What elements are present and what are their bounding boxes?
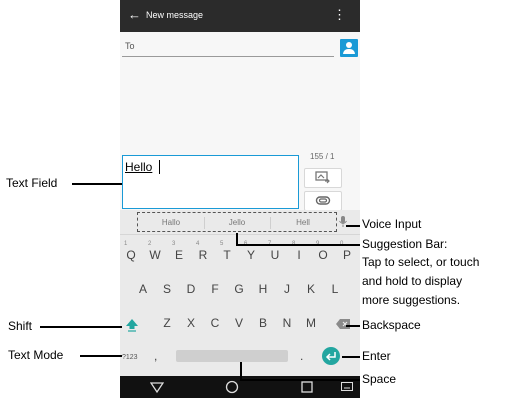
- soft-keyboard: Hallo Jello Hell 1Q 2W 3E 4R 5T 6Y 7U 8I…: [120, 210, 360, 376]
- key-r[interactable]: 4R: [192, 241, 214, 262]
- key-label: P: [342, 248, 351, 262]
- callout-line: [342, 356, 360, 358]
- key-i[interactable]: 8I: [288, 241, 310, 262]
- key-label: U: [270, 248, 280, 262]
- key-h[interactable]: H: [252, 282, 274, 296]
- key-label: O: [318, 248, 328, 262]
- recipient-field[interactable]: To: [122, 38, 334, 57]
- key-z[interactable]: Z: [156, 316, 178, 330]
- key-m[interactable]: M: [300, 316, 322, 330]
- key-hint: 1: [124, 241, 128, 247]
- media-icon: [315, 171, 330, 184]
- key-v[interactable]: V: [228, 316, 250, 330]
- nav-home-icon[interactable]: [225, 380, 239, 394]
- key-u[interactable]: 7U: [264, 241, 286, 262]
- nav-recent-icon[interactable]: [300, 380, 314, 394]
- key-label: W: [149, 248, 161, 262]
- key-s[interactable]: S: [156, 282, 178, 296]
- callout-line: [240, 379, 360, 381]
- callout-backspace: Backspace: [362, 318, 421, 332]
- key-hint: 3: [172, 241, 176, 247]
- attach-button[interactable]: [304, 191, 342, 211]
- key-g[interactable]: G: [228, 282, 250, 296]
- callout-line: [240, 362, 242, 380]
- callout-line: [40, 326, 122, 328]
- suggestion-item[interactable]: Hell: [272, 218, 334, 227]
- callout-line: [346, 225, 360, 227]
- shift-icon[interactable]: [125, 318, 139, 332]
- key-l[interactable]: L: [324, 282, 346, 296]
- key-label: E: [174, 248, 183, 262]
- key-j[interactable]: J: [276, 282, 298, 296]
- key-label: I: [297, 248, 301, 262]
- callout-space: Space: [362, 372, 397, 386]
- callout-suggestion-desc: Tap to select, or touch: [362, 255, 480, 269]
- contact-picker-button[interactable]: [340, 39, 358, 57]
- key-hint: 4: [196, 241, 200, 247]
- callout-enter: Enter: [362, 349, 391, 363]
- suggestion-divider: [204, 217, 205, 229]
- space-key[interactable]: [176, 350, 288, 362]
- app-bar: ← New message ⋮: [120, 0, 360, 32]
- message-text: Hello: [125, 160, 153, 174]
- callout-voice-input: Voice Input: [362, 217, 422, 231]
- key-b[interactable]: B: [252, 316, 274, 330]
- key-label: T: [223, 248, 231, 262]
- paperclip-icon: [315, 196, 331, 205]
- key-o[interactable]: 9O: [312, 241, 334, 262]
- key-d[interactable]: D: [180, 282, 202, 296]
- key-label: Q: [126, 248, 136, 262]
- person-icon-body: [343, 49, 355, 54]
- key-e[interactable]: 3E: [168, 241, 190, 262]
- suggestion-divider: [270, 217, 271, 229]
- callout-suggestion-desc: more suggestions.: [362, 293, 461, 307]
- text-mode-key[interactable]: ?123: [122, 354, 138, 361]
- key-a[interactable]: A: [132, 282, 154, 296]
- key-y[interactable]: 6Y: [240, 241, 262, 262]
- key-t[interactable]: 5T: [216, 241, 238, 262]
- back-arrow-icon[interactable]: ←: [128, 8, 141, 22]
- key-q[interactable]: 1Q: [120, 241, 142, 262]
- callout-line: [80, 355, 122, 357]
- callout-suggestion-desc: and hold to display: [362, 274, 463, 288]
- key-w[interactable]: 2W: [144, 241, 166, 262]
- nav-back-icon[interactable]: [150, 380, 164, 394]
- key-label: R: [198, 248, 208, 262]
- key-c[interactable]: C: [204, 316, 226, 330]
- key-x[interactable]: X: [180, 316, 202, 330]
- callout-line: [72, 183, 122, 185]
- message-text-field[interactable]: Hello: [122, 155, 299, 209]
- key-k[interactable]: K: [300, 282, 322, 296]
- comma-key[interactable]: ,: [154, 349, 157, 363]
- callout-line: [346, 325, 360, 327]
- callout-line: [236, 244, 360, 246]
- character-counter: 155 / 1: [310, 152, 335, 161]
- period-key[interactable]: .: [300, 349, 303, 363]
- recipient-placeholder: To: [125, 41, 135, 51]
- callout-text-mode: Text Mode: [8, 348, 64, 362]
- backspace-icon[interactable]: [336, 319, 350, 329]
- person-icon: [346, 42, 352, 48]
- enter-icon: [325, 352, 336, 361]
- callout-suggestion-bar: Suggestion Bar:: [362, 237, 448, 251]
- key-hint: 5: [220, 241, 224, 247]
- app-bar-title: New message: [146, 10, 204, 20]
- phone-screen: ← New message ⋮ To Hello 155 / 1 Hallo J…: [120, 0, 360, 398]
- key-label: Y: [246, 248, 255, 262]
- text-cursor: [159, 160, 160, 174]
- suggestion-bar: Hallo Jello Hell: [120, 210, 360, 235]
- callout-shift: Shift: [8, 319, 33, 333]
- key-f[interactable]: F: [204, 282, 226, 296]
- key-hint: 2: [148, 241, 152, 247]
- enter-key[interactable]: [322, 347, 340, 365]
- key-p[interactable]: 0P: [336, 241, 358, 262]
- suggestion-item[interactable]: Hallo: [140, 218, 202, 227]
- mic-icon[interactable]: [338, 215, 348, 229]
- key-n[interactable]: N: [276, 316, 298, 330]
- callout-text-field: Text Field: [6, 176, 58, 190]
- keyboard-icon[interactable]: [341, 382, 353, 391]
- overflow-menu-icon[interactable]: ⋮: [333, 7, 346, 23]
- attach-media-button[interactable]: [304, 168, 342, 188]
- suggestion-item[interactable]: Jello: [206, 218, 268, 227]
